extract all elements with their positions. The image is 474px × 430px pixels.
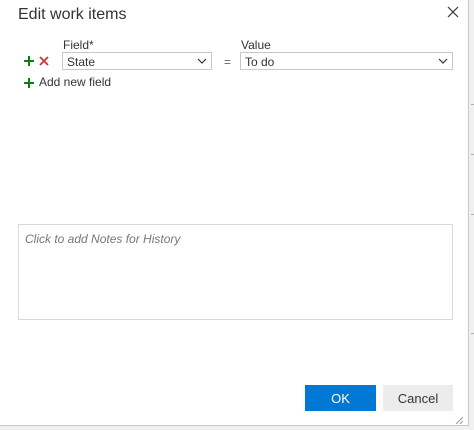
field-select-value: State — [67, 55, 96, 69]
chevron-down-icon — [197, 58, 207, 64]
field-select[interactable]: State — [62, 52, 212, 70]
value-select-value: To do — [245, 55, 275, 69]
resize-grip-icon — [455, 416, 464, 425]
add-row-button[interactable] — [23, 54, 35, 66]
dialog-title: Edit work items — [18, 6, 127, 23]
ok-button[interactable]: OK — [305, 385, 376, 411]
x-icon — [39, 56, 49, 66]
plus-icon — [24, 78, 34, 88]
edit-work-items-dialog: Edit work items Field* Value State = To … — [0, 0, 469, 426]
history-notes-input[interactable]: Click to add Notes for History — [18, 224, 453, 320]
operator-label: = — [224, 55, 232, 69]
close-icon — [447, 6, 459, 18]
remove-row-button[interactable] — [38, 54, 50, 66]
resize-grip[interactable] — [452, 412, 464, 425]
cancel-button[interactable]: Cancel — [383, 385, 453, 411]
value-select[interactable]: To do — [240, 52, 453, 70]
value-column-header: Value — [241, 38, 271, 52]
field-column-header: Field* — [63, 38, 94, 52]
notes-placeholder: Click to add Notes for History — [25, 232, 181, 246]
add-new-field-label: Add new field — [39, 75, 112, 89]
chevron-down-icon — [438, 58, 448, 64]
close-button[interactable] — [445, 4, 461, 20]
plus-icon — [24, 56, 34, 66]
